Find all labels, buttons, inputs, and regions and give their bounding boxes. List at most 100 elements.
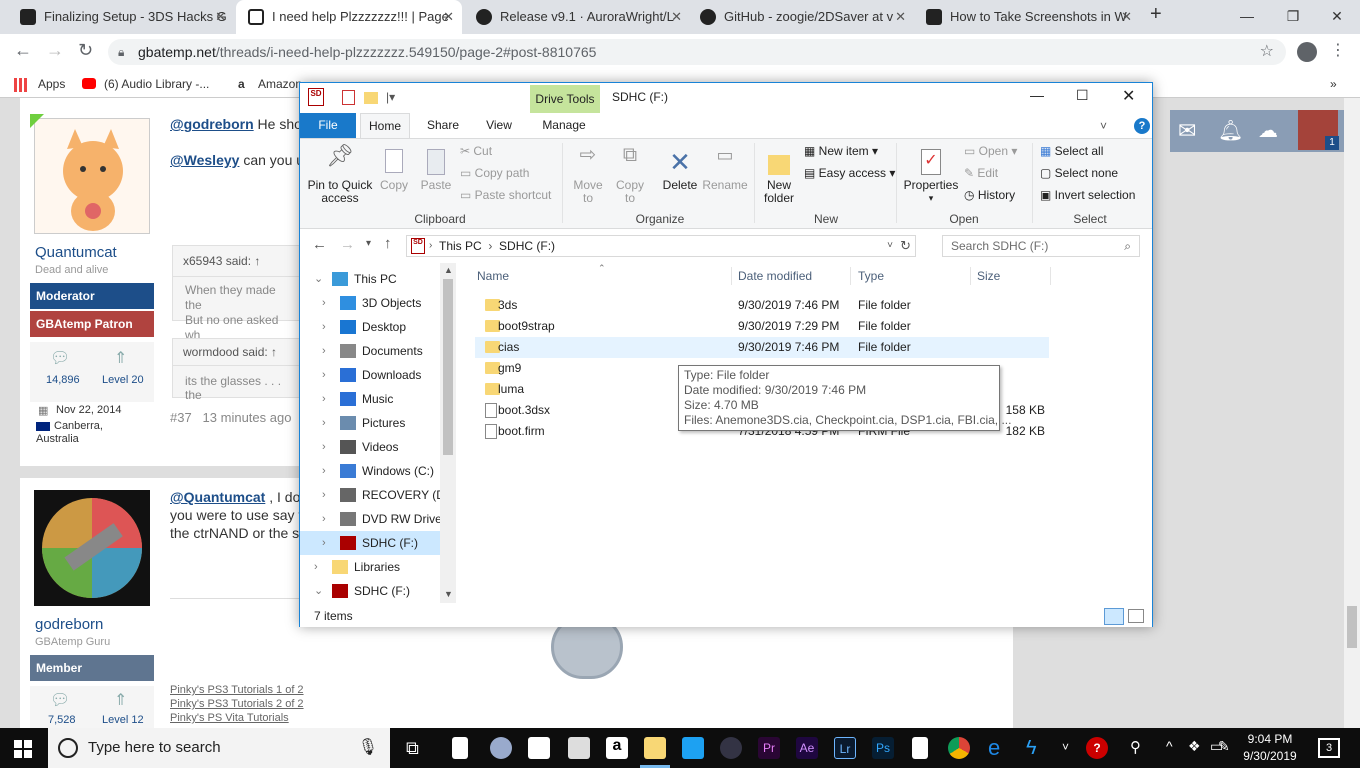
chevron-right-icon[interactable]: › bbox=[322, 459, 326, 483]
photoshop-icon[interactable]: Ps bbox=[872, 737, 894, 759]
nav-tree-item[interactable]: › Videos bbox=[300, 435, 440, 459]
tab-file[interactable]: File bbox=[300, 113, 356, 138]
user-level[interactable]: Level 12 bbox=[102, 714, 144, 726]
back-icon[interactable]: ← bbox=[14, 40, 32, 61]
copy-path-button[interactable]: ▭ Copy path bbox=[460, 167, 529, 180]
lightroom-icon[interactable]: Lr bbox=[834, 737, 856, 759]
show-hidden-icons[interactable]: ˅ bbox=[1062, 740, 1069, 754]
tab-manage[interactable]: Manage bbox=[532, 113, 596, 138]
signature-link[interactable]: Pinky's PS3 Tutorials 1 of 2 bbox=[170, 684, 304, 696]
message-count[interactable]: 7,528 bbox=[48, 714, 76, 726]
store-icon[interactable] bbox=[528, 737, 550, 759]
navigation-pane-scrollbar-thumb[interactable] bbox=[443, 279, 453, 455]
chevron-right-icon[interactable]: › bbox=[322, 315, 326, 339]
dropbox-icon[interactable]: ❖ bbox=[1188, 738, 1201, 755]
chevron-right-icon[interactable]: › bbox=[314, 555, 318, 579]
chevron-right-icon[interactable]: › bbox=[322, 483, 326, 507]
recent-locations-icon[interactable]: ▾ bbox=[366, 238, 371, 249]
column-header-size[interactable]: Size bbox=[977, 269, 1000, 283]
tray-up-icon[interactable]: ^ bbox=[1166, 738, 1173, 754]
tab-release-v9[interactable]: Release v9.1 · AuroraWright/L ✕ bbox=[464, 0, 690, 34]
select-all-button[interactable]: ▦ Select all bbox=[1040, 145, 1103, 158]
post-number-link[interactable]: #37 bbox=[170, 410, 192, 425]
profile-icon[interactable] bbox=[1297, 42, 1317, 62]
mail-icon[interactable] bbox=[568, 737, 590, 759]
tab-share[interactable]: Share bbox=[418, 113, 468, 138]
invert-selection-button[interactable]: ▣ Invert selection bbox=[1040, 189, 1135, 202]
column-header-date[interactable]: Date modified bbox=[738, 269, 812, 283]
pen-icon[interactable]: ✎ bbox=[1218, 738, 1230, 755]
notepad-icon[interactable] bbox=[452, 737, 468, 759]
nav-tree-item[interactable]: ⌄ SDHC (F:) bbox=[300, 579, 440, 603]
nav-tree-item[interactable]: › RECOVERY (D:) bbox=[300, 483, 452, 507]
avatar[interactable] bbox=[34, 490, 150, 606]
inbox-icon[interactable]: ✉ bbox=[1178, 118, 1196, 144]
quote-author[interactable]: x65943 said: ↑ bbox=[173, 246, 301, 277]
avatar[interactable] bbox=[34, 118, 150, 234]
qat-dropdown-icon[interactable]: |▾ bbox=[386, 90, 395, 104]
collapse-ribbon-icon[interactable]: ˅ bbox=[1100, 119, 1107, 133]
nav-tree-item[interactable]: › Libraries bbox=[300, 555, 440, 579]
tab-screenshots[interactable]: How to Take Screenshots in W ✕ bbox=[914, 0, 1140, 34]
restore-browser-button[interactable]: ❐ bbox=[1270, 0, 1316, 34]
edge-icon[interactable]: e bbox=[988, 737, 1010, 759]
forward-arrow-icon[interactable]: → bbox=[340, 236, 355, 253]
history-button[interactable]: ◷ History bbox=[964, 189, 1015, 202]
tab-i-need-help[interactable]: I need help Plzzzzzzz!!! | Page ✕ bbox=[236, 0, 462, 34]
chevron-right-icon[interactable]: › bbox=[322, 291, 326, 315]
easy-access-button[interactable]: ▤ Easy access ▾ bbox=[804, 167, 895, 180]
close-browser-button[interactable]: ✕ bbox=[1314, 0, 1360, 34]
close-icon[interactable]: ✕ bbox=[1122, 86, 1135, 106]
help-icon[interactable]: ? bbox=[1134, 118, 1150, 134]
column-header-name[interactable]: Name bbox=[477, 269, 731, 283]
chevron-right-icon[interactable]: › bbox=[322, 363, 326, 387]
chevron-down-icon[interactable]: ⌄ bbox=[314, 267, 323, 291]
page-scrollbar-thumb[interactable] bbox=[1347, 606, 1357, 648]
webcam-app-icon[interactable] bbox=[490, 737, 512, 759]
nav-tree-item[interactable]: › SDHC (F:) bbox=[300, 531, 440, 555]
tab-finalizing-setup[interactable]: Finalizing Setup - 3DS Hacks G ✕ bbox=[8, 0, 234, 34]
taskbar-search-input[interactable]: Type here to search 🎙︎ bbox=[48, 728, 390, 768]
nav-tree-item[interactable]: › Desktop bbox=[300, 315, 440, 339]
microphone-icon[interactable]: 🎙︎ bbox=[358, 728, 378, 768]
rename-button[interactable]: ▭ Rename bbox=[702, 146, 748, 192]
scroll-up-icon[interactable]: ▲ bbox=[444, 265, 453, 275]
user-level[interactable]: Level 20 bbox=[102, 374, 144, 386]
minimize-icon[interactable]: — bbox=[1030, 87, 1044, 103]
pin-quick-access-button[interactable]: 📌︎ Pin to Quick access bbox=[306, 145, 374, 205]
delete-button[interactable]: ✕ Delete bbox=[660, 149, 700, 192]
help-tray-icon[interactable]: ? bbox=[1086, 737, 1108, 759]
copy-to-button[interactable]: ⧉ Copy to bbox=[612, 145, 648, 205]
nav-tree-item[interactable]: ⌄ This PC bbox=[300, 267, 440, 291]
chevron-right-icon[interactable]: › bbox=[322, 531, 326, 555]
select-none-button[interactable]: ▢ Select none bbox=[1040, 167, 1118, 180]
copy-button[interactable]: Copy bbox=[376, 149, 412, 192]
bookmark-audio-library[interactable]: (6) Audio Library -... bbox=[104, 70, 209, 98]
up-arrow-icon[interactable]: ↑ bbox=[384, 235, 392, 252]
reload-icon[interactable]: ↻ bbox=[78, 40, 93, 61]
minimize-browser-button[interactable]: — bbox=[1224, 0, 1270, 34]
chevron-down-icon[interactable]: ⌄ bbox=[314, 579, 323, 603]
close-tab-icon[interactable]: ✕ bbox=[215, 0, 226, 34]
new-folder-qat-icon[interactable] bbox=[364, 92, 378, 104]
chevron-right-icon[interactable]: › bbox=[322, 411, 326, 435]
nav-tree-item[interactable]: › Windows (C:) bbox=[300, 459, 440, 483]
paste-button[interactable]: Paste bbox=[418, 149, 454, 192]
bolt-app-icon[interactable]: ϟ bbox=[1026, 737, 1048, 759]
close-tab-icon[interactable]: ✕ bbox=[1121, 0, 1132, 34]
nav-tree-item[interactable]: › Music bbox=[300, 387, 440, 411]
bookmark-apps[interactable]: Apps bbox=[38, 70, 65, 98]
mention-link[interactable]: @Wesleyy bbox=[170, 152, 239, 168]
signature-link[interactable]: Pinky's PS Vita Tutorials bbox=[170, 712, 289, 724]
nav-tree-item[interactable]: › Downloads bbox=[300, 363, 440, 387]
file-row[interactable]: cias 9/30/2019 7:46 PM File folder bbox=[475, 337, 1049, 358]
alerts-icon[interactable]: 🔔︎ bbox=[1218, 118, 1243, 143]
quote-author[interactable]: wormdood said: ↑ bbox=[173, 339, 301, 366]
file-explorer-taskbar-icon[interactable] bbox=[644, 737, 666, 759]
nav-tree-item[interactable]: › Documents bbox=[300, 339, 440, 363]
details-view-icon[interactable] bbox=[1104, 608, 1124, 625]
new-folder-button[interactable]: New folder bbox=[760, 149, 798, 205]
close-tab-icon[interactable]: ✕ bbox=[443, 0, 454, 34]
breadcrumb-sdhc[interactable]: SDHC (F:) bbox=[499, 239, 555, 253]
file-row[interactable]: boot9strap 9/30/2019 7:29 PM File folder bbox=[475, 316, 1049, 337]
